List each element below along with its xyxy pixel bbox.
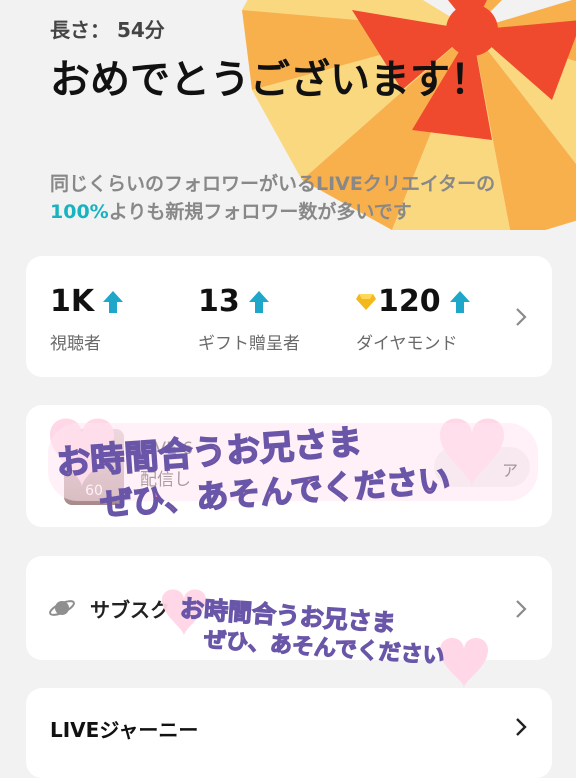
- share-button-label: ア: [501, 461, 518, 480]
- highlight-subtitle: 配信し: [140, 470, 191, 490]
- chevron-right-icon[interactable]: [514, 716, 528, 738]
- live-journey-row[interactable]: LIVEジャーニー: [26, 688, 552, 778]
- diamond-icon: [356, 293, 376, 310]
- thumbnail-number: 60: [85, 483, 103, 499]
- subscription-label: サブスク: [90, 598, 170, 622]
- share-button[interactable]: ア: [434, 447, 530, 487]
- comparison-text-after: よりも新規フォロワー数が多いです: [108, 201, 412, 223]
- planet-icon: [49, 600, 75, 616]
- gifters-value: 13: [198, 284, 240, 319]
- diamonds-label: ダイヤモンド: [356, 334, 458, 354]
- up-arrow-icon: [248, 290, 269, 313]
- gifters-label: ギフト贈呈者: [198, 334, 300, 354]
- comparison-percent: 100%: [50, 201, 109, 223]
- highlight-title: LIVE 6: [140, 439, 194, 459]
- subscription-row[interactable]: サブスク: [26, 556, 552, 660]
- stats-card[interactable]: 1K 視聴者 13 ギフト贈呈者 120 ダイヤモンド: [26, 256, 552, 377]
- comparison-text-before: 同じくらいのフォロワーがいるLIVEクリエイターの: [50, 173, 496, 195]
- duration-label: 長さ： 54分: [50, 18, 165, 42]
- up-arrow-icon: [449, 290, 470, 313]
- viewers-value: 1K: [50, 284, 95, 319]
- stat-gifters: 13 ギフト贈呈者: [198, 284, 300, 354]
- live-highlight-card[interactable]: 60 LIVE 6 配信し ア: [26, 405, 552, 527]
- live-thumbnail[interactable]: 60: [64, 429, 124, 505]
- diamonds-value: 120: [378, 284, 441, 319]
- up-arrow-icon: [103, 290, 124, 313]
- live-journey-label: LIVEジャーニー: [50, 718, 199, 742]
- chevron-right-icon[interactable]: [514, 306, 528, 328]
- viewers-label: 視聴者: [50, 334, 101, 354]
- headline: おめでとうございます！: [50, 57, 490, 103]
- comparison-text: 同じくらいのフォロワーがいるLIVEクリエイターの 100%よりも新規フォロワー数…: [50, 170, 540, 226]
- chevron-right-icon[interactable]: [514, 598, 528, 620]
- stat-diamonds: 120 ダイヤモンド: [356, 284, 471, 354]
- stat-viewers: 1K 視聴者: [50, 284, 124, 354]
